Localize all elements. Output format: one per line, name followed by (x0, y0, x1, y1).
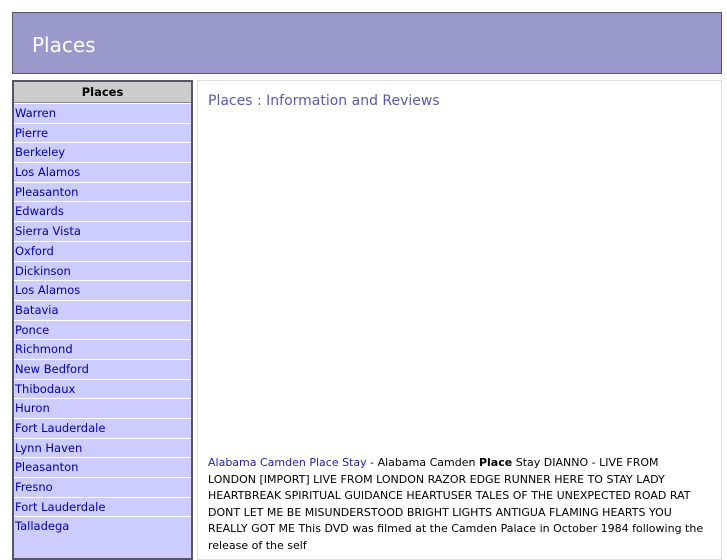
result-entry: Alabama Camden Place Stay - Alabama Camd… (208, 455, 708, 554)
sidebar-item-fort-lauderdale-2[interactable]: Fort Lauderdale (14, 496, 191, 517)
main-content: Places : Information and Reviews Alabama… (197, 80, 722, 560)
result-text-pre: - Alabama Camden (366, 456, 479, 469)
sidebar-item-berkeley[interactable]: Berkeley (14, 142, 191, 163)
sidebar-item-huron[interactable]: Huron (14, 398, 191, 418)
result-link[interactable]: Alabama Camden Place Stay (208, 456, 367, 469)
page-title: Places (32, 33, 96, 57)
sidebar-item-talladega[interactable]: Talladega (14, 516, 191, 537)
sidebar-item-dickinson[interactable]: Dickinson (14, 260, 191, 281)
sidebar-item-los-alamos[interactable]: Los Alamos (14, 162, 191, 182)
sidebar-item-ponce[interactable]: Ponce (14, 319, 191, 340)
page-header: Places (12, 12, 722, 74)
main-title: Places : Information and Reviews (208, 93, 440, 109)
sidebar: Places Warren Pierre Berkeley Los Alamos… (12, 80, 193, 560)
sidebar-item-richmond[interactable]: Richmond (14, 339, 191, 359)
sidebar-item-fresno[interactable]: Fresno (14, 477, 191, 497)
sidebar-item-lynn-haven[interactable]: Lynn Haven (14, 437, 191, 458)
sidebar-item-edwards[interactable]: Edwards (14, 201, 191, 222)
sidebar-item-thibodaux[interactable]: Thibodaux (14, 378, 191, 399)
sidebar-item-warren[interactable]: Warren (14, 103, 191, 123)
result-text-post: Stay DIANNO - LIVE FROM LONDON [IMPORT] … (208, 456, 704, 552)
sidebar-item-los-alamos-2[interactable]: Los Alamos (14, 280, 191, 300)
sidebar-item-oxford[interactable]: Oxford (14, 240, 191, 261)
sidebar-item-sierra-vista[interactable]: Sierra Vista (14, 221, 191, 241)
sidebar-item-batavia[interactable]: Batavia (14, 299, 191, 320)
sidebar-heading: Places (14, 82, 191, 103)
result-text-bold: Place (478, 456, 513, 469)
sidebar-item-pleasanton-2[interactable]: Pleasanton (14, 457, 191, 478)
sidebar-item-fort-lauderdale[interactable]: Fort Lauderdale (14, 418, 191, 438)
sidebar-item-new-bedford[interactable]: New Bedford (14, 358, 191, 379)
sidebar-item-pleasanton[interactable]: Pleasanton (14, 181, 191, 202)
sidebar-item-pierre[interactable]: Pierre (14, 122, 191, 143)
